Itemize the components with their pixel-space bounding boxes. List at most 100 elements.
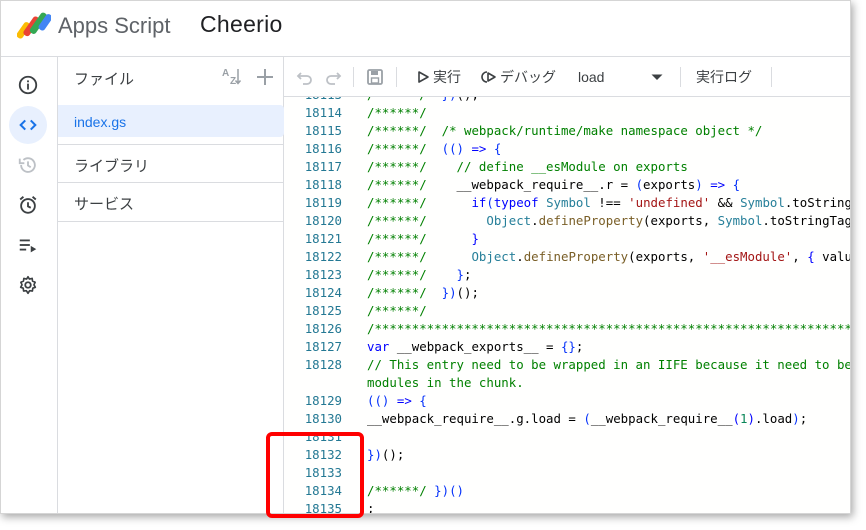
line-number: 18122 xyxy=(304,249,342,264)
editor-toolbar: 実行 デバッグ load 実行ログ xyxy=(284,57,850,97)
line-code: __webpack_require__.g.load = (__webpack_… xyxy=(367,411,808,426)
line-number: 18114 xyxy=(304,105,342,120)
line-number: 18121 xyxy=(304,231,342,246)
line-code: /******/ Object.defineProperty(exports, … xyxy=(367,249,850,264)
files-panel-header: ファイル A Z xyxy=(58,57,284,97)
file-item-index-gs[interactable]: index.gs xyxy=(58,105,284,137)
code-line[interactable]: 18132})(); xyxy=(284,446,850,464)
function-select-value: load xyxy=(578,69,605,85)
code-editor[interactable]: 18113 /******/ })(); 18114 /******/ 18115 /**… xyxy=(284,97,851,513)
function-select[interactable]: load xyxy=(578,57,666,97)
line-number: 18117 xyxy=(304,159,342,174)
highlight-annotation xyxy=(266,432,364,518)
line-code: /******/ __webpack_require__.r = (export… xyxy=(367,177,741,192)
sort-az-icon[interactable]: A Z xyxy=(221,66,243,88)
svg-text:A: A xyxy=(222,68,229,79)
line-code: /******/ // define __esModule on exports xyxy=(367,159,688,174)
executions-button[interactable] xyxy=(9,226,47,264)
save-button[interactable] xyxy=(366,57,384,97)
history-button[interactable] xyxy=(9,146,47,184)
code-line[interactable]: 18128 // This entry need to be wrapped in… xyxy=(284,356,851,374)
debug-label: デバッグ xyxy=(500,69,556,85)
apps-script-window: Apps Script Cheerio ファイル A Z index.gs ライ… xyxy=(0,0,851,514)
line-number: 18113 xyxy=(284,97,342,104)
files-panel: ファイル A Z index.gs ライブラリ サービス xyxy=(58,57,284,513)
files-title: ファイル xyxy=(74,71,135,88)
code-line[interactable]: 18123 /******/ }; xyxy=(284,266,850,284)
undo-icon xyxy=(296,72,312,85)
line-number: 18125 xyxy=(304,303,342,318)
code-line[interactable]: 18124 /******/ })(); xyxy=(284,284,850,302)
code-line[interactable]: 18133 xyxy=(284,464,850,482)
line-code: /******/ xyxy=(367,105,427,120)
run-button[interactable]: 実行 xyxy=(416,57,461,97)
triggers-button[interactable] xyxy=(9,186,47,224)
overview-button[interactable] xyxy=(9,66,47,104)
code-line[interactable]: 18135; xyxy=(284,500,850,513)
line-number: 18129 xyxy=(304,393,342,408)
settings-button[interactable] xyxy=(9,266,47,304)
line-number: 18126 xyxy=(304,321,342,336)
toolbar-divider xyxy=(396,67,397,87)
line-code: /******/ })() xyxy=(367,483,464,498)
line-code: /***************************************… xyxy=(367,321,850,336)
debug-icon xyxy=(481,71,496,83)
app-title[interactable]: Apps Script xyxy=(58,13,171,39)
code-line[interactable]: 18127 var __webpack_exports__ = {}; xyxy=(284,338,850,356)
plus-icon[interactable] xyxy=(254,66,276,88)
code-line[interactable]: 18117 /******/ // define __esModule on ex… xyxy=(284,158,850,176)
line-code: /******/ if(typeof Symbol !== 'undefined… xyxy=(367,195,851,210)
redo-button[interactable] xyxy=(324,57,342,97)
execution-log-button[interactable]: 実行ログ xyxy=(696,57,752,97)
code-line[interactable]: 18121 /******/ } xyxy=(284,230,850,248)
line-code: (() => { xyxy=(367,393,427,408)
project-title[interactable]: Cheerio xyxy=(200,11,283,38)
save-icon xyxy=(367,69,383,85)
executions-icon xyxy=(19,239,37,253)
toolbar-divider xyxy=(680,67,681,87)
left-nav-rail xyxy=(1,57,58,513)
code-line[interactable]: 18116 /******/ (() => { xyxy=(284,140,850,158)
code-icon xyxy=(19,119,37,131)
line-number: 18120 xyxy=(304,213,342,228)
code-line[interactable]: 18130 __webpack_require__.g.load = (__web… xyxy=(284,410,850,428)
debug-button[interactable]: デバッグ xyxy=(481,57,556,97)
run-label: 実行 xyxy=(433,69,461,85)
services-section[interactable]: サービス xyxy=(58,183,284,222)
code-line[interactable]: 18129 (() => { xyxy=(284,392,850,410)
alarm-icon xyxy=(19,196,37,214)
gear-icon xyxy=(19,275,37,295)
line-number: 18128 xyxy=(304,357,342,372)
code-line[interactable]: 18134/******/ })() xyxy=(284,482,850,500)
line-number: 18116 xyxy=(304,141,342,156)
line-code: /******/ } xyxy=(367,231,479,246)
top-header: Apps Script Cheerio xyxy=(1,1,850,57)
execution-log-label: 実行ログ xyxy=(696,69,752,85)
code-line[interactable]: 18126 /**********************************… xyxy=(284,320,850,338)
code-line[interactable]: 18115 /******/ /* webpack/runtime/make na… xyxy=(284,122,850,140)
line-code: /******/ })(); xyxy=(367,285,479,300)
line-number: 18118 xyxy=(304,177,342,192)
code-line[interactable]: 18119 /******/ if(typeof Symbol !== 'unde… xyxy=(284,194,851,212)
code-line[interactable]: 18114 /******/ xyxy=(284,104,850,122)
code-line[interactable]: 18125 /******/ xyxy=(284,302,850,320)
code-line[interactable]: 18113 /******/ })(); xyxy=(284,97,850,104)
editor-button[interactable] xyxy=(9,106,47,144)
code-line[interactable]: 18118 /******/ __webpack_require__.r = (e… xyxy=(284,176,850,194)
line-code: /******/ xyxy=(367,303,427,318)
line-code: var __webpack_exports__ = {}; xyxy=(367,339,584,354)
line-code: /******/ })(); xyxy=(367,97,479,104)
code-line[interactable]: modules in the chunk. xyxy=(284,374,850,392)
svg-text:Z: Z xyxy=(230,76,236,87)
code-line[interactable]: 18122 /******/ Object.defineProperty(expo… xyxy=(284,248,850,266)
info-icon xyxy=(18,75,38,95)
line-code: /******/ Object.defineProperty(exports, … xyxy=(367,213,851,228)
line-code: // This entry need to be wrapped in an I… xyxy=(367,357,851,372)
libraries-section[interactable]: ライブラリ xyxy=(58,144,284,183)
code-line[interactable]: 18120 /******/ Object.defineProperty(expo… xyxy=(284,212,851,230)
undo-button[interactable] xyxy=(296,57,314,97)
code-line[interactable]: 18131 xyxy=(284,428,850,446)
line-number: 18130 xyxy=(304,411,342,426)
line-code: /******/ (() => { xyxy=(367,141,502,156)
apps-script-logo-icon[interactable] xyxy=(17,11,51,39)
